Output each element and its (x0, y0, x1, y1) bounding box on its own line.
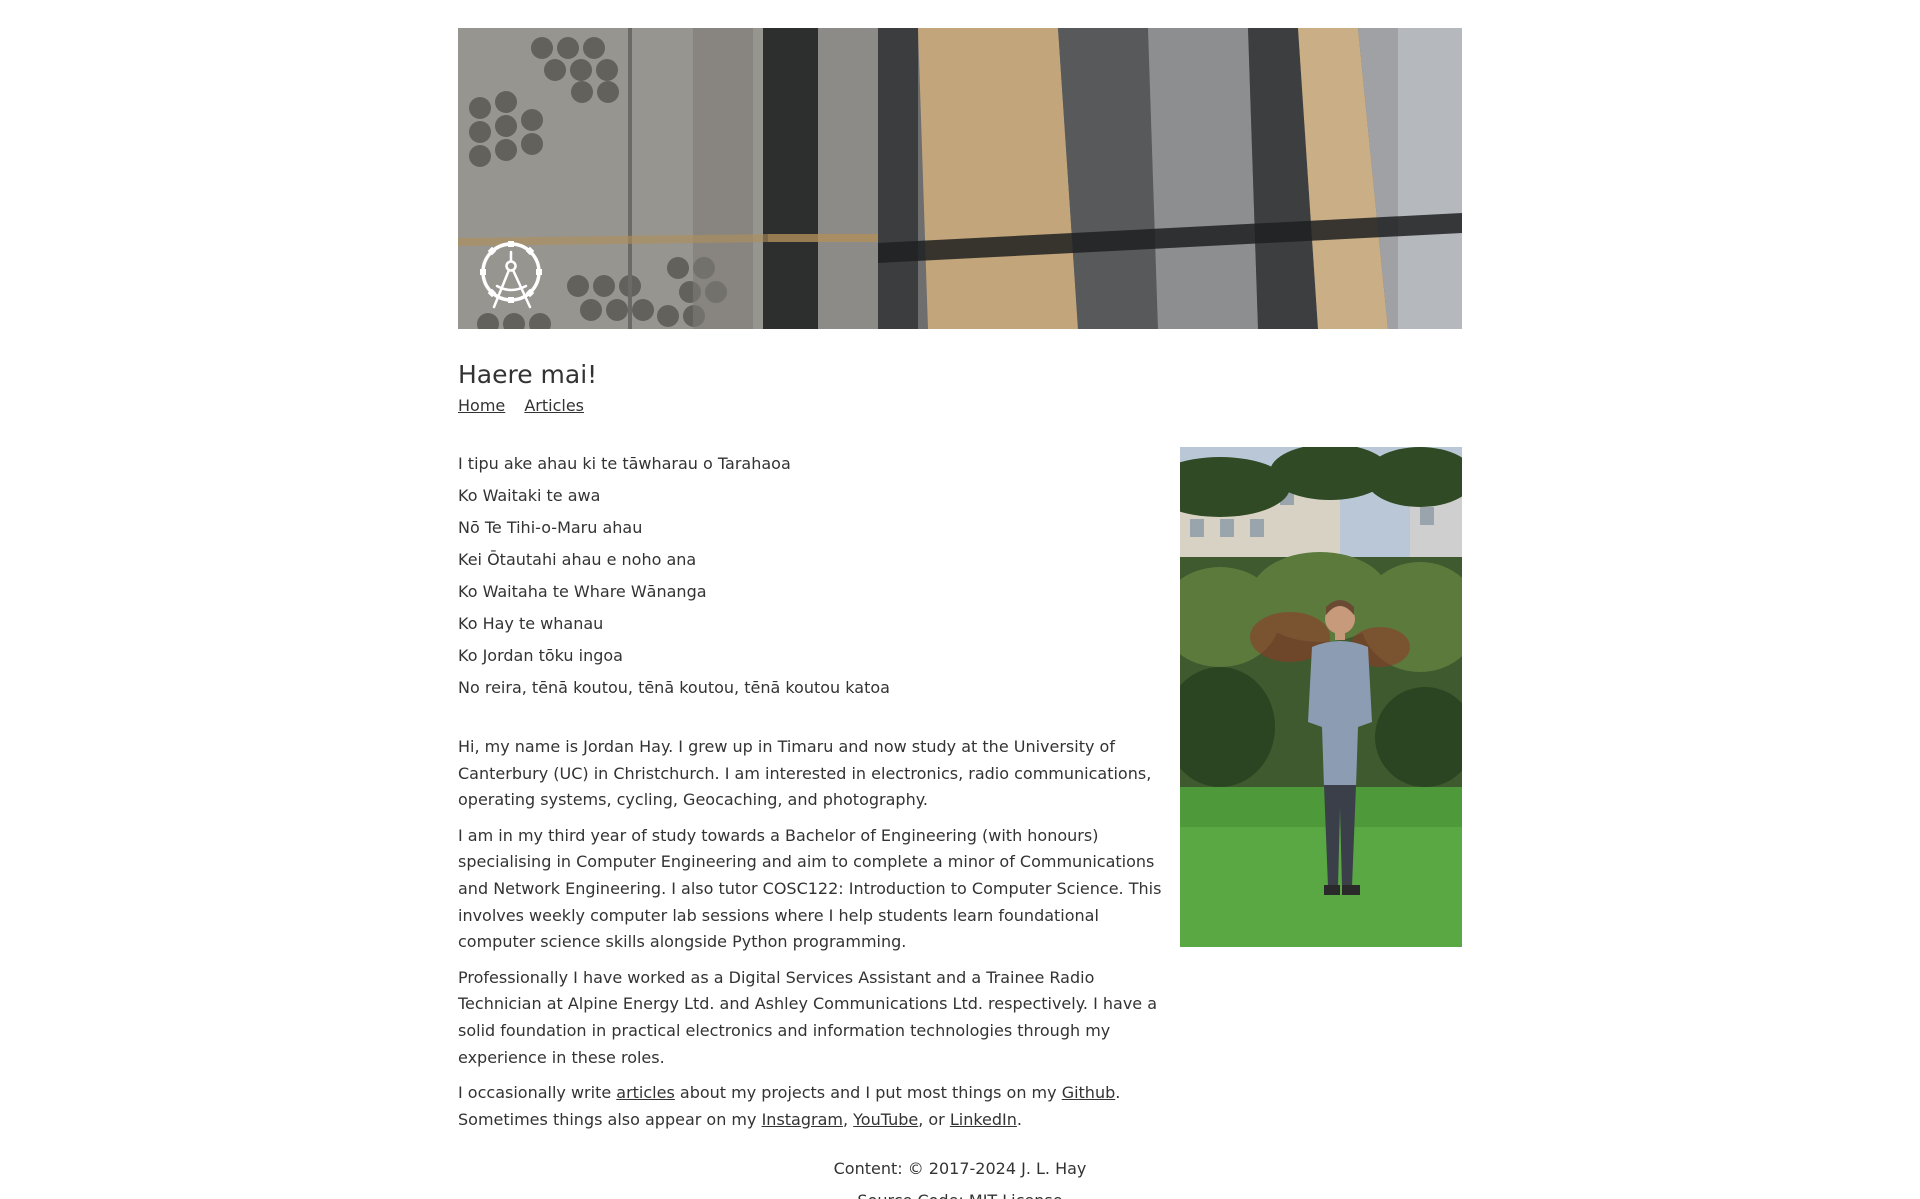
main-nav: Home Articles (458, 395, 1462, 417)
links-text: I occasionally write (458, 1083, 617, 1103)
articles-link[interactable]: articles (616, 1083, 675, 1102)
instagram-link[interactable]: Instagram (762, 1110, 843, 1129)
pepeha-line: Ko Jordan tōku ingoa (458, 646, 623, 665)
profile-photo (1180, 447, 1462, 947)
pepeha-line: Ko Hay te whanau (458, 614, 604, 633)
nav-home-link[interactable]: Home (458, 396, 505, 415)
pepeha-line: Ko Waitaha te Whare Wānanga (458, 582, 707, 601)
pepeha: I tipu ake ahau ki te tāwharau o Tarahao… (458, 453, 1178, 698)
nav-articles-link[interactable]: Articles (524, 396, 584, 415)
github-link[interactable]: Github (1062, 1083, 1116, 1102)
page: Haere mai! Home Articles I tipu ake ahau… (458, 0, 1462, 1199)
bio-paragraph-study: I am in my third year of study towards a… (458, 825, 1162, 952)
header-banner (458, 28, 1462, 329)
content-license: Content: © 2017-2024 J. L. Hay (833, 1159, 1087, 1179)
bio-paragraph-intro: Hi, my name is Jordan Hay. I grew up in … (458, 737, 1152, 810)
pepeha-line: Kei Ōtautahi ahau e noho ana (458, 550, 697, 569)
linkedin-link[interactable]: LinkedIn (950, 1110, 1017, 1129)
links-text: . (1016, 1109, 1022, 1129)
banner-image (458, 28, 1462, 329)
source-license: Source Code: MIT License (458, 1190, 1462, 1199)
page-title: Haere mai! (458, 360, 598, 389)
footer: Content: © 2017-2024 J. L. Hay Source Co… (458, 1158, 1462, 1199)
pepeha-line: No reira, tēnā koutou, tēnā koutou, tēnā… (458, 678, 890, 697)
compass-gear-icon (480, 241, 542, 309)
bio: Hi, my name is Jordan Hay. I grew up in … (458, 734, 1178, 1133)
links-text: , (842, 1109, 854, 1129)
bio-paragraph-links: I occasionally write articles about my p… (458, 1080, 1178, 1133)
pepeha-line: Nō Te Tihi-o-Maru ahau (458, 518, 643, 537)
main-content: I tipu ake ahau ki te tāwharau o Tarahao… (458, 447, 1462, 1133)
bio-paragraph-work: Professionally I have worked as a Digita… (458, 967, 1158, 1067)
links-text: about my projects and I put most things … (674, 1083, 1062, 1103)
intro-text: I tipu ake ahau ki te tāwharau o Tarahao… (458, 447, 1178, 1133)
links-text: , or (918, 1109, 950, 1129)
youtube-link[interactable]: YouTube (853, 1110, 918, 1129)
pepeha-line: I tipu ake ahau ki te tāwharau o Tarahao… (458, 454, 791, 473)
pepeha-line: Ko Waitaki te awa (458, 486, 601, 505)
